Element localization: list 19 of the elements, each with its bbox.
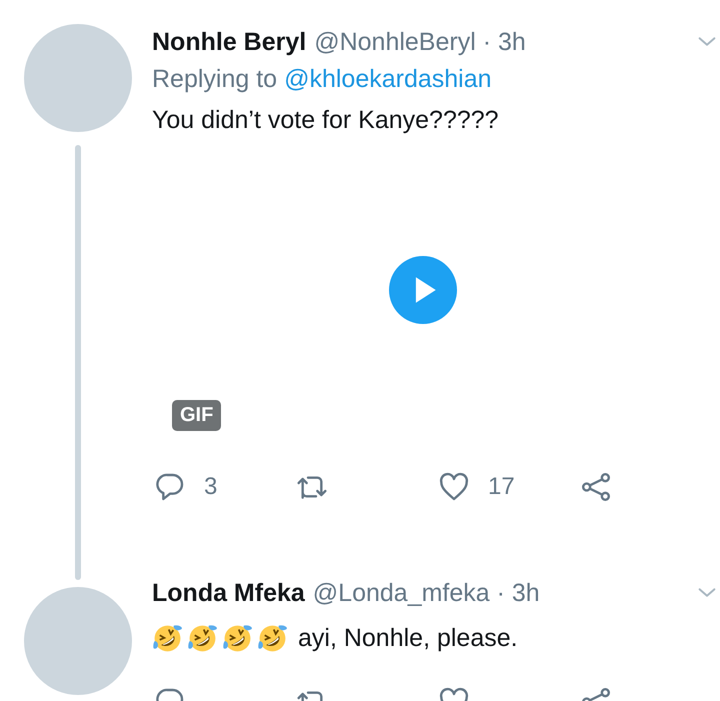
replying-label: Replying to: [152, 65, 278, 94]
user-name[interactable]: Nonhle Beryl: [152, 28, 306, 56]
tweet-text: You didn’t vote for Kanye?????: [152, 106, 499, 135]
share-icon[interactable]: [580, 471, 612, 503]
laughing-face-icon: [257, 623, 288, 654]
laughing-face-icon: [222, 623, 253, 654]
reply-icon[interactable]: [154, 471, 186, 503]
gif-badge: GIF: [172, 400, 222, 431]
reply-count: 3: [204, 473, 218, 501]
laughing-face-icon: [187, 623, 218, 654]
user-handle: @Londa_mfeka · 3h: [312, 578, 541, 608]
tweet-text: ayi, Nonhle, please.: [298, 624, 518, 653]
like-count: 17: [488, 473, 515, 501]
heart-icon[interactable]: [438, 471, 470, 503]
play-icon[interactable]: [389, 256, 457, 324]
laughing-face-icon: [152, 623, 183, 654]
gif-area[interactable]: GIF: [152, 135, 694, 445]
user-handle: @NonhleBeryl · 3h: [314, 28, 527, 56]
user-name[interactable]: Londa Mfeka: [152, 578, 305, 608]
